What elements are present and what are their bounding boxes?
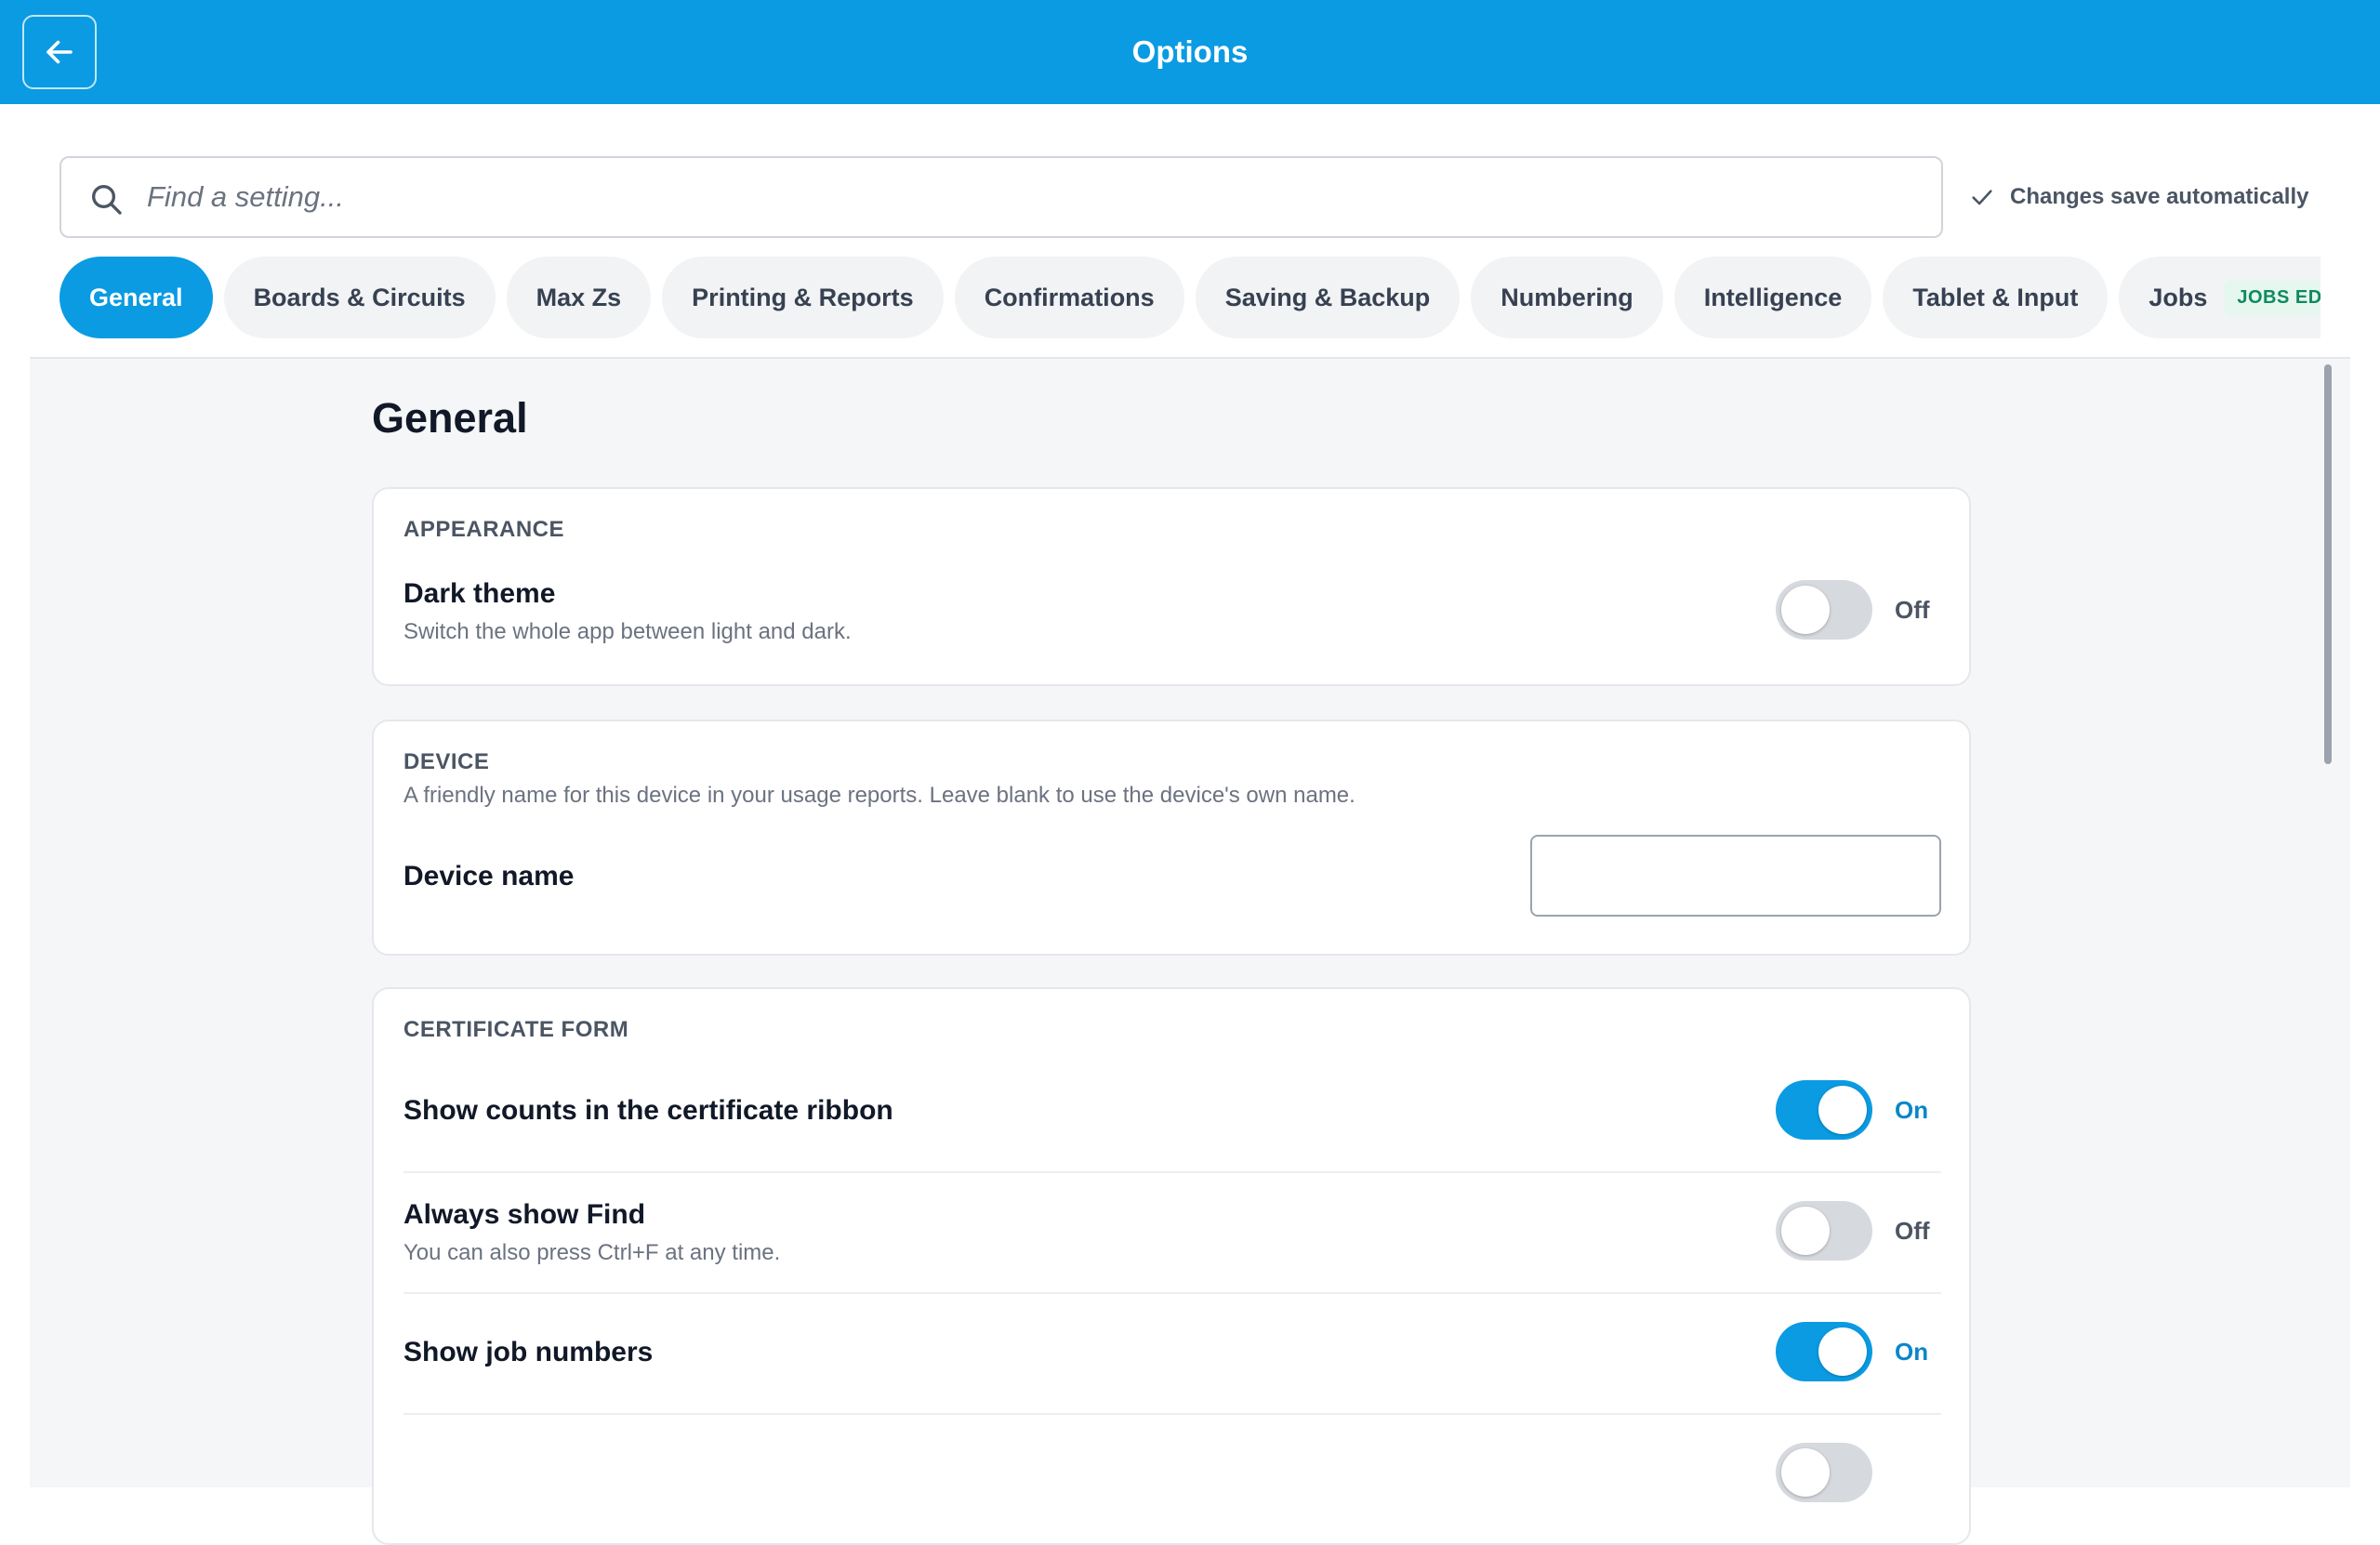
toggle-knob — [1818, 1327, 1867, 1376]
appearance-card: APPEARANCE Dark theme Switch the whole a… — [372, 487, 1971, 686]
show-job-numbers-state: On — [1895, 1338, 1929, 1366]
jobs-edition-badge: JOBS EDITION — [2224, 279, 2320, 316]
setting-title-always-show-find: Always show Find — [403, 1199, 646, 1230]
category-tabs: General Boards & Circuits Max Zs Printing &… — [60, 257, 2320, 338]
search-icon — [92, 185, 122, 215]
scrollbar-thumb[interactable] — [2324, 364, 2332, 764]
search-input[interactable] — [147, 171, 1913, 223]
toggle-knob — [1818, 1086, 1867, 1134]
certificate-form-card: CERTIFICATE FORM Show counts in the cert… — [372, 987, 1971, 1545]
tab-label: Saving & Backup — [1224, 283, 1431, 311]
tab-label: Boards & Circuits — [253, 283, 466, 311]
tab-label: General — [89, 283, 183, 311]
setting-desc-dark-theme: Switch the whole app between light and d… — [403, 619, 852, 644]
toggle-knob — [1781, 1448, 1830, 1497]
tab-tablet-input[interactable]: Tablet & Input — [1883, 257, 2109, 338]
tab-label: Intelligence — [1703, 283, 1843, 311]
tab-confirmations[interactable]: Confirmations — [954, 257, 1184, 338]
divider — [403, 1171, 1941, 1173]
device-desc: A friendly name for this device in your … — [403, 783, 1355, 808]
page-title: General — [372, 394, 528, 442]
toggle-knob — [1781, 586, 1830, 634]
next-setting-toggle[interactable] — [1776, 1443, 1872, 1502]
tab-boards-circuits[interactable]: Boards & Circuits — [223, 257, 496, 338]
tab-label: Numbering — [1501, 283, 1633, 311]
tab-max-zs[interactable]: Max Zs — [506, 257, 652, 338]
tab-label: Tablet & Input — [1912, 283, 2079, 311]
tab-general[interactable]: General — [60, 257, 213, 338]
setting-desc-always-show-find: You can also press Ctrl+F at any time. — [403, 1240, 781, 1265]
check-icon — [1972, 190, 1992, 205]
arrow-left-icon — [46, 40, 73, 64]
section-label-appearance: APPEARANCE — [403, 517, 565, 542]
section-label-certificate-form: CERTIFICATE FORM — [403, 1017, 629, 1042]
page-header-title: Options — [1131, 34, 1249, 69]
tab-intelligence[interactable]: Intelligence — [1673, 257, 1872, 338]
tab-jobs[interactable]: Jobs JOBS EDITION — [2119, 257, 2320, 338]
autosave-label: Changes save automatically — [2010, 184, 2309, 209]
app-header: Options — [0, 0, 2380, 104]
setting-title-show-job-numbers: Show job numbers — [403, 1337, 654, 1367]
toggle-knob — [1781, 1207, 1830, 1255]
divider — [403, 1292, 1941, 1294]
tab-saving-backup[interactable]: Saving & Backup — [1195, 257, 1461, 338]
device-name-label: Device name — [403, 861, 575, 891]
dark-theme-state: Off — [1895, 596, 1930, 624]
show-counts-toggle[interactable] — [1776, 1080, 1872, 1140]
autosave-status: Changes save automatically — [1969, 178, 2308, 216]
back-button[interactable] — [22, 15, 97, 89]
always-show-find-toggle[interactable] — [1776, 1201, 1872, 1261]
setting-title-show-counts: Show counts in the certificate ribbon — [403, 1095, 893, 1126]
divider — [403, 1413, 1941, 1415]
tab-printing-reports[interactable]: Printing & Reports — [662, 257, 944, 338]
setting-title-dark-theme: Dark theme — [403, 578, 556, 609]
show-job-numbers-toggle[interactable] — [1776, 1322, 1872, 1381]
always-show-find-state: Off — [1895, 1217, 1930, 1245]
search-box[interactable] — [60, 156, 1943, 238]
tab-label: Max Zs — [536, 283, 622, 311]
device-card: DEVICE A friendly name for this device i… — [372, 720, 1971, 956]
show-counts-state: On — [1895, 1096, 1929, 1124]
tab-label: Confirmations — [984, 283, 1155, 311]
section-label-device: DEVICE — [403, 749, 490, 774]
tab-label: Jobs — [2149, 283, 2208, 311]
dark-theme-toggle[interactable] — [1776, 580, 1872, 640]
tab-numbering[interactable]: Numbering — [1471, 257, 1663, 338]
tab-label: Printing & Reports — [692, 283, 914, 311]
device-name-input[interactable] — [1530, 835, 1941, 917]
